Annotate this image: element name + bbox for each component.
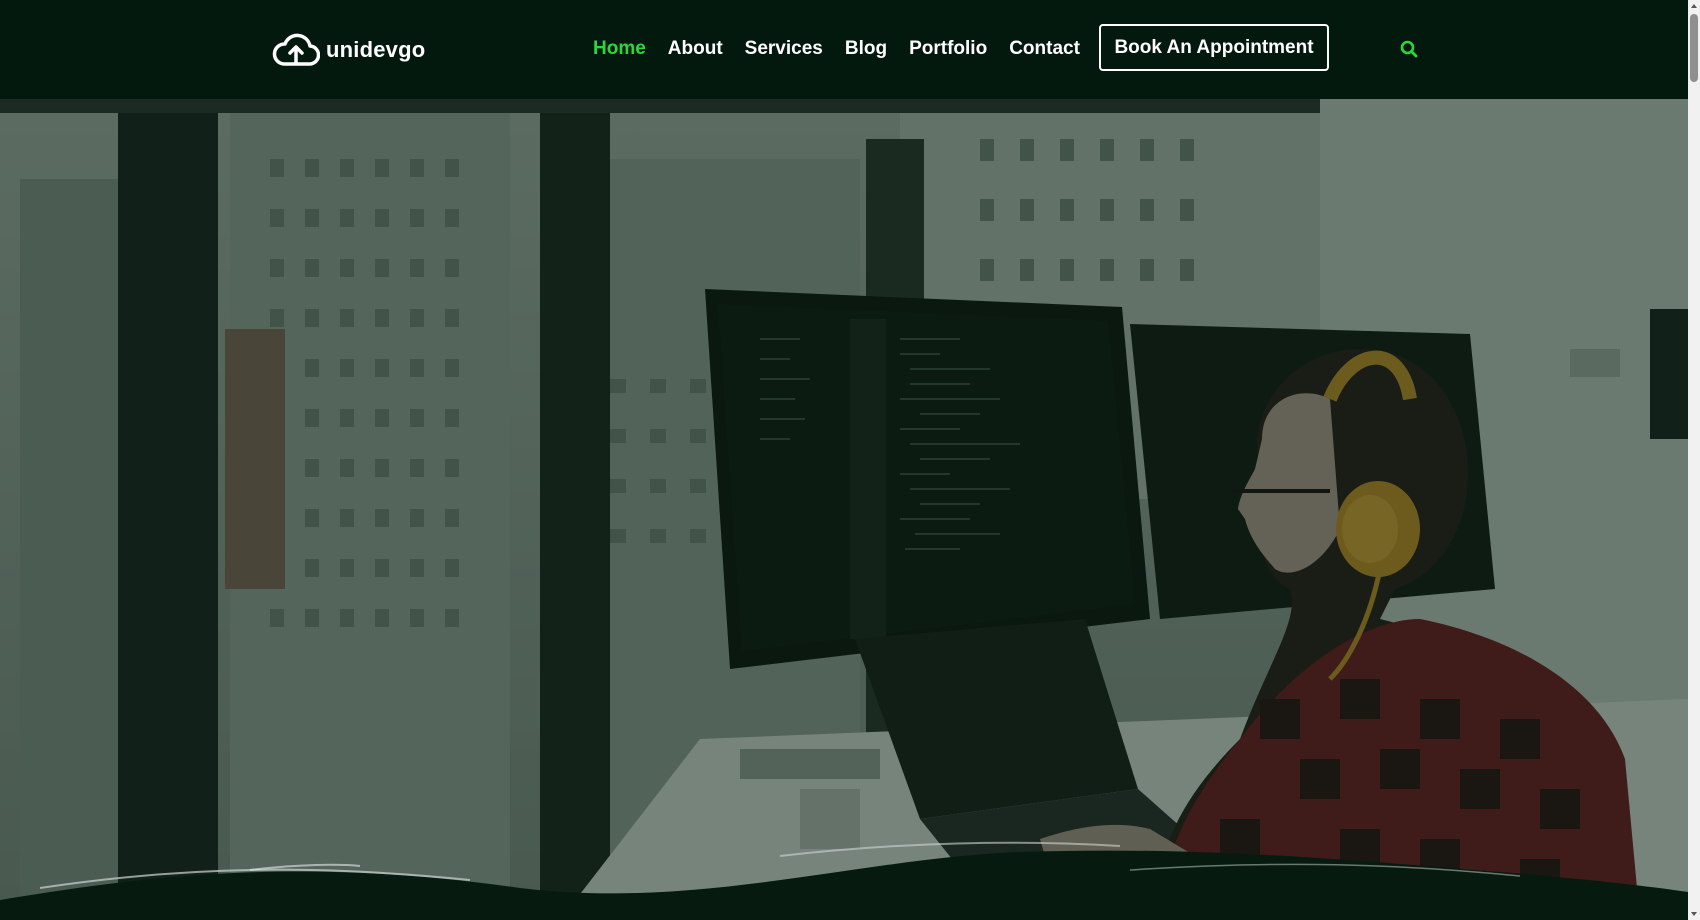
- site-header: unidevgo Home About Services Blog Portfo…: [0, 0, 1688, 99]
- hero-wave-divider: [0, 841, 1688, 920]
- main-nav: Home About Services Blog Portfolio Conta…: [582, 24, 1091, 74]
- search-button[interactable]: [1396, 36, 1422, 62]
- hero-section: [0, 99, 1688, 920]
- scroll-down-icon[interactable]: [1690, 910, 1698, 918]
- nav-item-portfolio[interactable]: Portfolio: [898, 24, 998, 74]
- nav-item-blog[interactable]: Blog: [834, 24, 898, 74]
- scrollbar-thumb[interactable]: [1690, 14, 1698, 82]
- brand-name: unidevgo: [326, 37, 426, 62]
- page: unidevgo Home About Services Blog Portfo…: [0, 0, 1688, 920]
- search-icon: [1400, 40, 1418, 58]
- nav-item-services[interactable]: Services: [734, 24, 834, 74]
- scroll-up-icon[interactable]: [1690, 2, 1698, 10]
- brand-logo[interactable]: unidevgo: [272, 30, 425, 70]
- book-appointment-button[interactable]: Book An Appointment: [1099, 24, 1329, 71]
- nav-item-home[interactable]: Home: [582, 24, 657, 74]
- page-scrollbar[interactable]: [1688, 0, 1700, 920]
- nav-item-about[interactable]: About: [657, 24, 734, 74]
- cloud-upload-icon: [272, 33, 320, 66]
- nav-item-contact[interactable]: Contact: [998, 24, 1091, 74]
- hero-overlay: [0, 99, 1688, 920]
